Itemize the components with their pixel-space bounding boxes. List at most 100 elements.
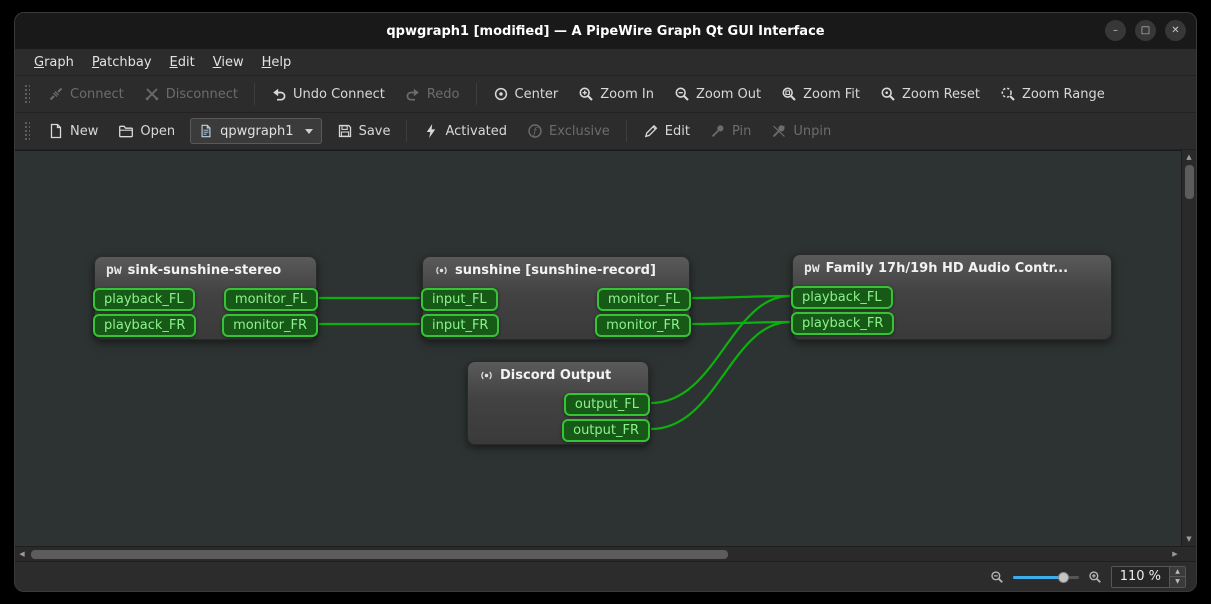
zoom-reset-button[interactable]: Zoom Reset xyxy=(871,80,989,108)
save-label: Save xyxy=(359,124,391,139)
zoom-slider[interactable] xyxy=(1013,570,1079,584)
horizontal-scrollbar[interactable]: ◀ ▶ xyxy=(15,546,1196,561)
node-ports: input_FL monitor_FL input_FR monitor_FR xyxy=(423,288,689,337)
scroll-track xyxy=(728,547,1168,561)
title-bar[interactable]: qpwgraph1 [modified] — A PipeWire Graph … xyxy=(15,13,1196,49)
toolbar-drag-handle[interactable] xyxy=(24,84,30,104)
new-button[interactable]: New xyxy=(39,117,107,145)
zoom-out-button[interactable]: Zoom Out xyxy=(665,80,770,108)
edit-button[interactable]: Edit xyxy=(634,117,699,145)
zoom-range-button[interactable]: Zoom Range xyxy=(991,80,1114,108)
toolbar-drag-handle[interactable] xyxy=(24,121,30,141)
menu-view[interactable]: View xyxy=(204,52,253,73)
port-output[interactable]: output_FR xyxy=(562,419,650,442)
zoom-fit-button[interactable]: Zoom Fit xyxy=(772,80,869,108)
port-input[interactable]: playback_FL xyxy=(791,286,893,309)
node-family-hd-audio[interactable]: pw Family 17h/19h HD Audio Contr... play… xyxy=(792,254,1112,340)
scroll-left-arrow[interactable]: ◀ xyxy=(15,547,29,561)
zoom-slider-handle[interactable] xyxy=(1058,572,1069,583)
port-output[interactable]: monitor_FR xyxy=(595,314,691,337)
spin-down-arrow[interactable]: ▼ xyxy=(1170,577,1185,587)
exclusive-icon xyxy=(527,123,543,139)
window-controls: – □ ✕ xyxy=(1105,20,1186,41)
pin-icon xyxy=(710,123,726,139)
minimize-icon: – xyxy=(1113,25,1118,36)
center-button[interactable]: Center xyxy=(484,80,568,108)
node-ports: playback_FL playback_FR xyxy=(793,286,1111,335)
scroll-down-arrow[interactable]: ▼ xyxy=(1182,532,1196,546)
port-output[interactable]: monitor_FL xyxy=(597,288,691,311)
zoom-fit-label: Zoom Fit xyxy=(803,87,860,102)
chevron-down-icon xyxy=(305,129,313,134)
session-select-value: qpwgraph1 xyxy=(220,124,293,139)
port-input[interactable]: playback_FL xyxy=(93,288,195,311)
port-input[interactable]: input_FR xyxy=(421,314,499,337)
center-icon xyxy=(493,86,509,102)
menu-graph[interactable]: Graph xyxy=(25,52,83,73)
redo-label: Redo xyxy=(427,87,460,102)
pencil-icon xyxy=(643,123,659,139)
new-file-icon xyxy=(48,123,64,139)
vertical-scrollbar[interactable]: ▲ ▼ xyxy=(1181,150,1196,546)
vertical-scrollbar-thumb[interactable] xyxy=(1185,165,1194,199)
toolbar-separator xyxy=(254,83,255,105)
open-button[interactable]: Open xyxy=(109,117,184,145)
pin-button: Pin xyxy=(701,117,760,145)
zoom-out-label: Zoom Out xyxy=(696,87,761,102)
port-input[interactable]: playback_FR xyxy=(791,312,894,335)
port-output[interactable]: monitor_FR xyxy=(222,314,318,337)
zoom-spinbox[interactable]: 110 % ▲ ▼ xyxy=(1111,566,1186,588)
node-sunshine[interactable]: sunshine [sunshine-record] input_FL moni… xyxy=(422,256,690,340)
node-header: Discord Output xyxy=(468,362,648,386)
graph-canvas[interactable]: pw sink-sunshine-stereo playback_FL moni… xyxy=(15,150,1181,546)
session-select-dropdown[interactable]: qpwgraph1 xyxy=(190,118,321,144)
connect-label: Connect xyxy=(70,87,124,102)
menu-help[interactable]: Help xyxy=(253,52,301,73)
window-title: qpwgraph1 [modified] — A PipeWire Graph … xyxy=(386,24,824,39)
record-icon xyxy=(434,263,449,278)
port-input[interactable]: input_FL xyxy=(421,288,498,311)
activated-toggle[interactable]: Activated xyxy=(414,117,516,145)
center-label: Center xyxy=(515,87,559,102)
zoom-reset-icon xyxy=(880,86,896,102)
exclusive-label: Exclusive xyxy=(549,124,610,139)
node-ports: output_FL output_FR xyxy=(468,393,648,442)
graph-toolbar: Connect Disconnect Undo Connect Redo Cen… xyxy=(15,76,1196,113)
port-output[interactable]: output_FL xyxy=(564,393,650,416)
minimize-button[interactable]: – xyxy=(1105,20,1126,41)
zoom-in-button[interactable]: Zoom In xyxy=(569,80,663,108)
spin-up-arrow[interactable]: ▲ xyxy=(1170,567,1185,578)
undo-connect-label: Undo Connect xyxy=(293,87,385,102)
save-icon xyxy=(337,123,353,139)
graph-view: pw sink-sunshine-stereo playback_FL moni… xyxy=(15,150,1196,546)
maximize-button[interactable]: □ xyxy=(1135,20,1156,41)
node-title: sink-sunshine-stereo xyxy=(128,263,282,278)
close-icon: ✕ xyxy=(1171,25,1179,36)
close-button[interactable]: ✕ xyxy=(1165,20,1186,41)
zoom-fit-icon xyxy=(781,86,797,102)
zoom-in-label: Zoom In xyxy=(600,87,654,102)
undo-connect-button[interactable]: Undo Connect xyxy=(262,80,394,108)
status-bar: 110 % ▲ ▼ xyxy=(15,561,1196,591)
node-header: pw Family 17h/19h HD Audio Contr... xyxy=(793,255,1111,279)
redo-button: Redo xyxy=(396,80,469,108)
session-toolbar: New Open qpwgraph1 Save Activated Exclus… xyxy=(15,113,1196,150)
menu-patchbay[interactable]: Patchbay xyxy=(83,52,161,73)
disconnect-label: Disconnect xyxy=(166,87,238,102)
zoom-value[interactable]: 110 % xyxy=(1112,567,1169,587)
edit-label: Edit xyxy=(665,124,690,139)
scrollbar-corner xyxy=(1182,547,1196,561)
save-button[interactable]: Save xyxy=(328,117,400,145)
horizontal-scrollbar-thumb[interactable] xyxy=(31,550,728,559)
disconnect-button: Disconnect xyxy=(135,80,247,108)
lightning-bolt-icon xyxy=(423,123,439,139)
scroll-up-arrow[interactable]: ▲ xyxy=(1182,150,1196,164)
node-header: sunshine [sunshine-record] xyxy=(423,257,689,281)
node-sink-sunshine-stereo[interactable]: pw sink-sunshine-stereo playback_FL moni… xyxy=(94,256,317,340)
port-input[interactable]: playback_FR xyxy=(93,314,196,337)
menu-edit[interactable]: Edit xyxy=(161,52,204,73)
scroll-right-arrow[interactable]: ▶ xyxy=(1168,547,1182,561)
connect-button: Connect xyxy=(39,80,133,108)
port-output[interactable]: monitor_FL xyxy=(224,288,318,311)
node-discord-output[interactable]: Discord Output output_FL output_FR xyxy=(467,361,649,445)
